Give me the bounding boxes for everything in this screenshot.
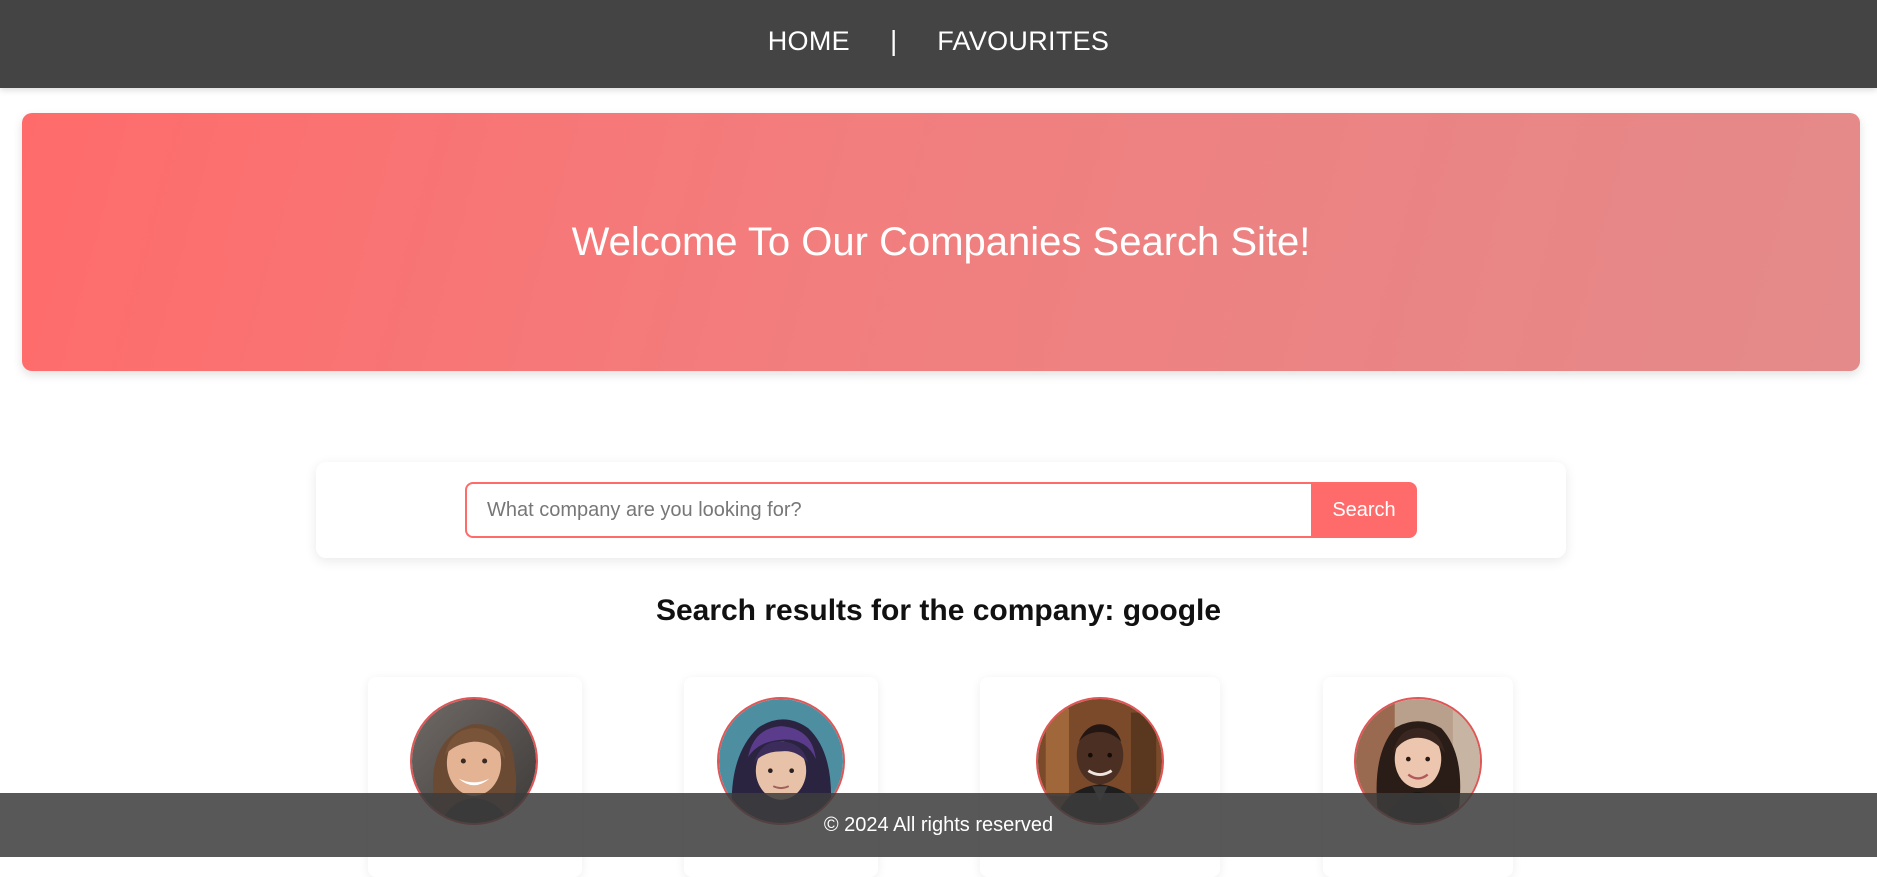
search-card: Search bbox=[316, 462, 1566, 558]
nav-favourites-link[interactable]: FAVOURITES bbox=[937, 26, 1109, 57]
hero-banner: Welcome To Our Companies Search Site! bbox=[22, 113, 1860, 371]
top-navbar: HOME | FAVOURITES bbox=[0, 0, 1877, 88]
footer-copyright: © 2024 All rights reserved bbox=[823, 813, 1054, 836]
footer: © 2024 All rights reserved bbox=[0, 793, 1877, 857]
nav-separator: | bbox=[889, 25, 898, 56]
nav-home-link[interactable]: HOME bbox=[768, 26, 850, 57]
search-button[interactable]: Search bbox=[1311, 482, 1417, 538]
search-form: Search bbox=[465, 482, 1417, 538]
results-heading: Search results for the company: google bbox=[655, 594, 1222, 627]
hero-title: Welcome To Our Companies Search Site! bbox=[571, 219, 1311, 264]
company-search-input[interactable] bbox=[465, 482, 1311, 538]
